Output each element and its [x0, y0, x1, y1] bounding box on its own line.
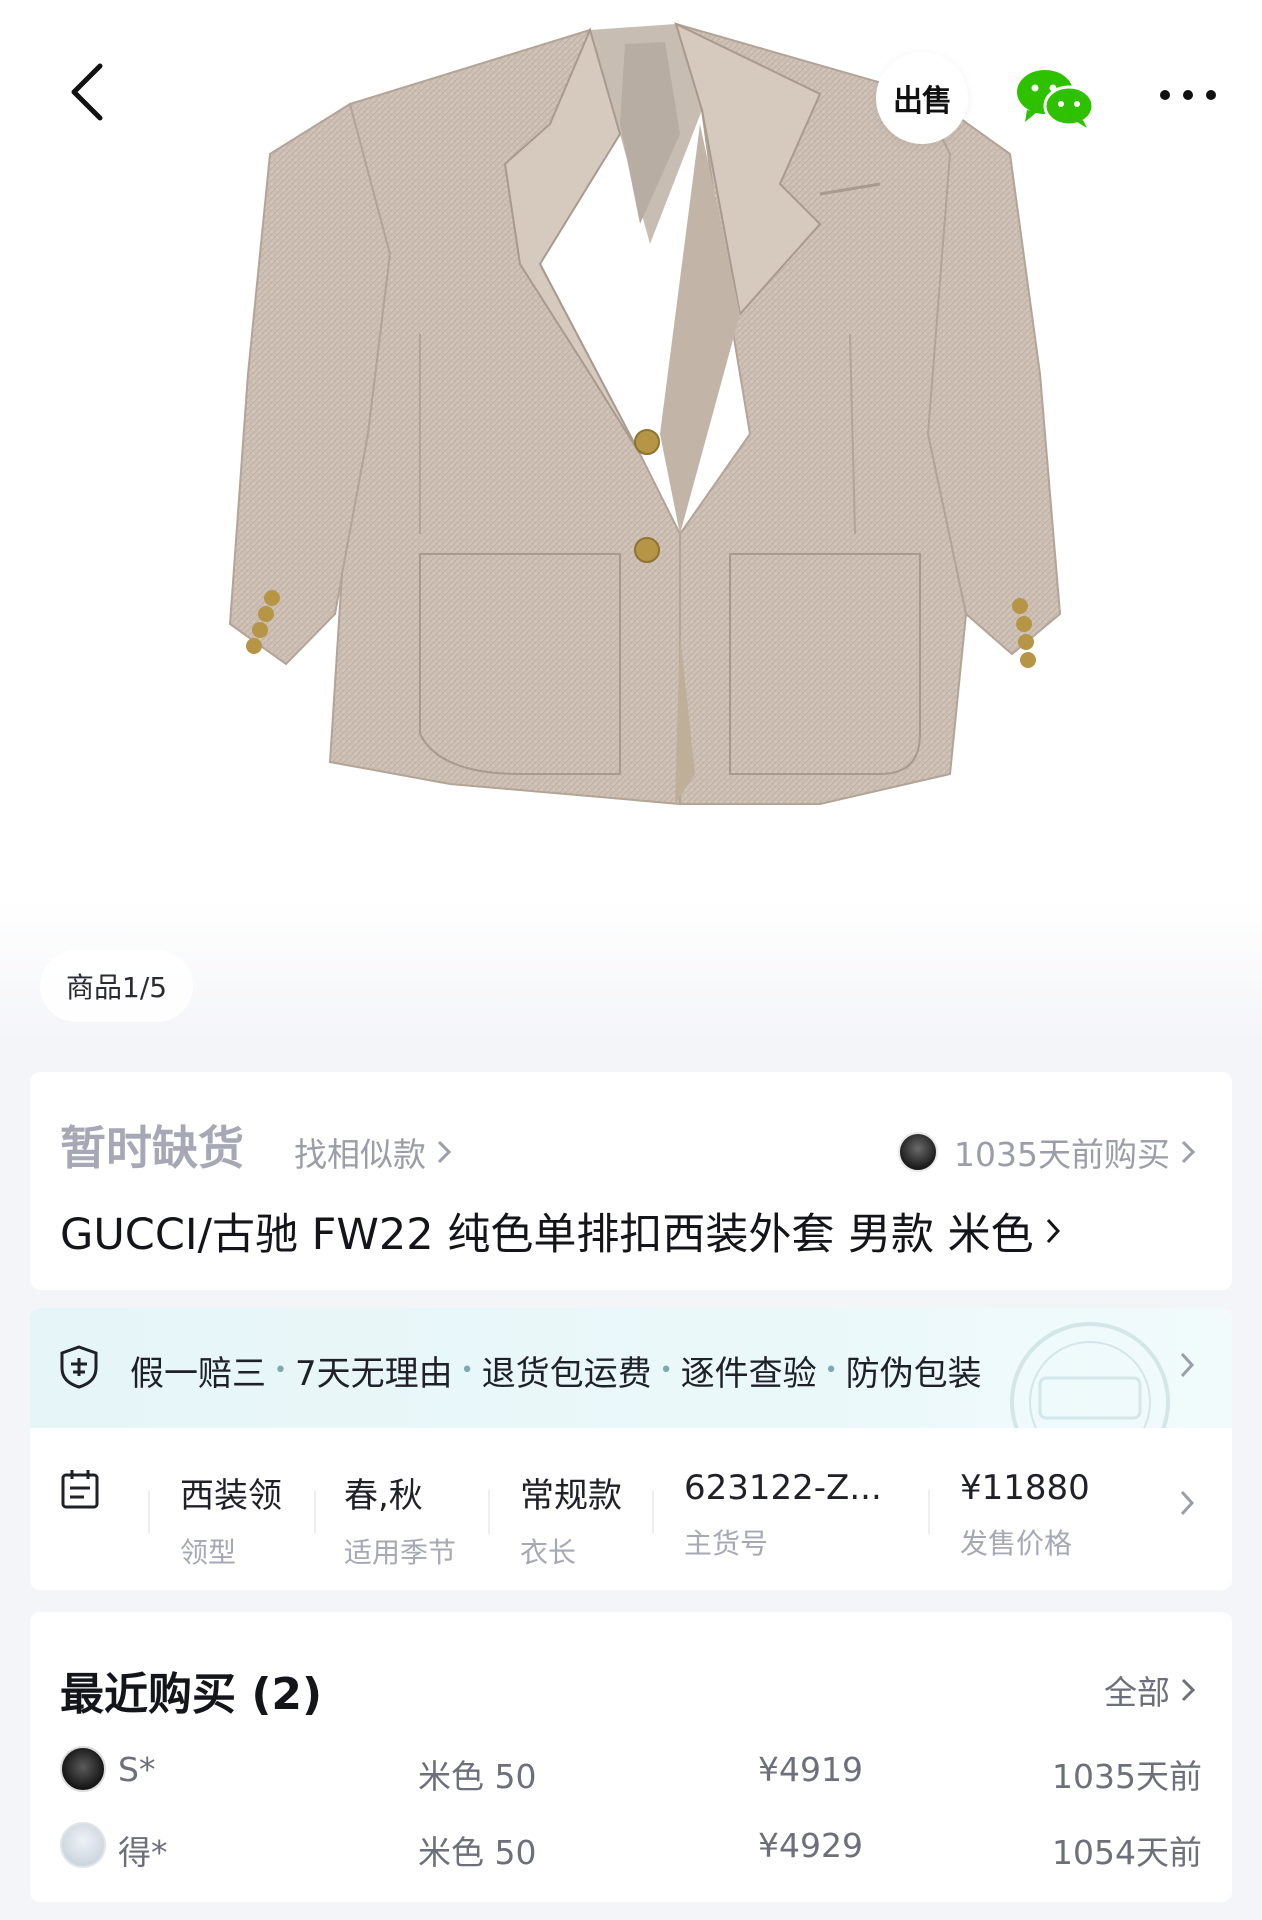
buyer-name: S* [118, 1750, 156, 1789]
avatar [898, 1132, 939, 1172]
image-counter: 商品1/5 [40, 950, 194, 1022]
spec-key: 适用季节 [344, 1536, 457, 1569]
back-arrow-icon [71, 63, 103, 121]
guarantee-item: 7天无理由 [294, 1354, 453, 1394]
purchase-time: 1035天前 [1052, 1757, 1202, 1796]
product-title-card: 暂时缺货 找相似款 1035天前购买 GUCCI/古驰 FW22 纯色单排扣西装… [30, 1072, 1232, 1290]
separator-dot: • [274, 1358, 287, 1383]
stock-status: 暂时缺货 [60, 1121, 244, 1175]
purchase-spec: 米色 50 [418, 1833, 537, 1872]
divider [148, 1490, 150, 1534]
spec-value: ¥11880 [960, 1468, 1090, 1508]
product-name-link[interactable]: GUCCI/古驰 FW22 纯色单排扣西装外套 男款 米色 [60, 1200, 1062, 1262]
buyer-name: 得* [118, 1833, 168, 1872]
spec-key: 主货号 [684, 1527, 769, 1560]
section-title: 最近购买 (2) [60, 1669, 323, 1720]
spec-item: 西装领 领型 [180, 1468, 282, 1571]
purchase-price: ¥4919 [758, 1750, 863, 1789]
guarantee-banner[interactable]: 假一赔三 • 7天无理由 • 退货包运费 • 逐件查验 • 防伪包装 [30, 1308, 1232, 1428]
sell-button[interactable]: 出售 [876, 52, 968, 144]
spec-item: 623122-Z... 主货号 [684, 1468, 882, 1562]
chevron-right-icon [1181, 1678, 1196, 1702]
divider [652, 1490, 654, 1534]
spec-item: 春,秋 适用季节 [344, 1468, 456, 1571]
purchase-price: ¥4929 [758, 1826, 863, 1865]
purchase-spec: 米色 50 [418, 1757, 537, 1796]
chevron-right-icon [437, 1140, 452, 1164]
chevron-right-icon [1181, 1140, 1196, 1164]
recent-buy-note[interactable]: 1035天前购买 [898, 1128, 1196, 1176]
spec-value: 西装领 [180, 1476, 282, 1516]
chevron-right-icon [1180, 1352, 1195, 1378]
spec-value: 春,秋 [344, 1476, 423, 1516]
chevron-right-icon [1046, 1218, 1060, 1244]
shield-icon [60, 1345, 98, 1389]
spec-item: 常规款 衣长 [520, 1468, 622, 1571]
spec-key: 领型 [180, 1536, 237, 1569]
more-button[interactable] [1148, 60, 1228, 130]
guarantee-item: 逐件查验 [680, 1354, 817, 1394]
watermark-stamp-icon [1010, 1322, 1170, 1428]
avatar [60, 1822, 106, 1868]
spec-item: ¥11880 发售价格 [960, 1468, 1090, 1562]
spec-value: 常规款 [520, 1476, 622, 1516]
divider [314, 1490, 316, 1534]
guarantee-item: 假一赔三 [130, 1354, 266, 1394]
guarantee-item: 退货包运费 [481, 1354, 652, 1394]
spec-key: 衣长 [520, 1536, 577, 1569]
recent-buy-label: 1035天前购买 [954, 1135, 1170, 1174]
chevron-right-icon [1180, 1490, 1195, 1516]
product-name: GUCCI/古驰 FW22 纯色单排扣西装外套 男款 米色 [60, 1210, 1034, 1260]
wechat-icon [1017, 70, 1095, 128]
guarantee-list: 假一赔三 • 7天无理由 • 退货包运费 • 逐件查验 • 防伪包装 [130, 1346, 982, 1395]
recent-purchases-card: 最近购买 (2) 全部 S* 米色 50 ¥4919 1035天前 得* 米色 … [30, 1612, 1232, 1902]
separator-dot: • [460, 1358, 474, 1383]
product-image [228, 22, 1062, 806]
product-gallery[interactable]: 出售 商品1/5 [0, 0, 1262, 1040]
guarantee-item: 防伪包装 [845, 1354, 982, 1394]
avatar [60, 1746, 106, 1792]
back-button[interactable] [48, 52, 128, 132]
find-similar-label: 找相似款 [294, 1135, 426, 1174]
sell-icon: 出售 [893, 84, 952, 119]
spec-value: 623122-Z... [684, 1468, 882, 1508]
purchase-row: S* 米色 50 ¥4919 1035天前 [60, 1742, 1202, 1802]
calendar-icon [61, 1470, 99, 1509]
spec-card[interactable]: 西装领 领型 春,秋 适用季节 常规款 衣长 623122-Z... 主货号 ¥… [30, 1428, 1232, 1590]
divider [928, 1490, 930, 1534]
purchase-row: 得* 米色 50 ¥4929 1054天前 [60, 1818, 1202, 1878]
spec-key: 发售价格 [960, 1527, 1073, 1560]
wechat-share-button[interactable] [1010, 58, 1100, 138]
find-similar-link[interactable]: 找相似款 [294, 1128, 452, 1176]
more-dots-icon [1160, 90, 1216, 100]
view-all-link[interactable]: 全部 [1104, 1666, 1196, 1714]
purchase-time: 1054天前 [1052, 1833, 1202, 1872]
view-all-label: 全部 [1104, 1673, 1170, 1712]
separator-dot: • [824, 1358, 838, 1383]
divider [488, 1490, 490, 1534]
separator-dot: • [659, 1358, 673, 1383]
